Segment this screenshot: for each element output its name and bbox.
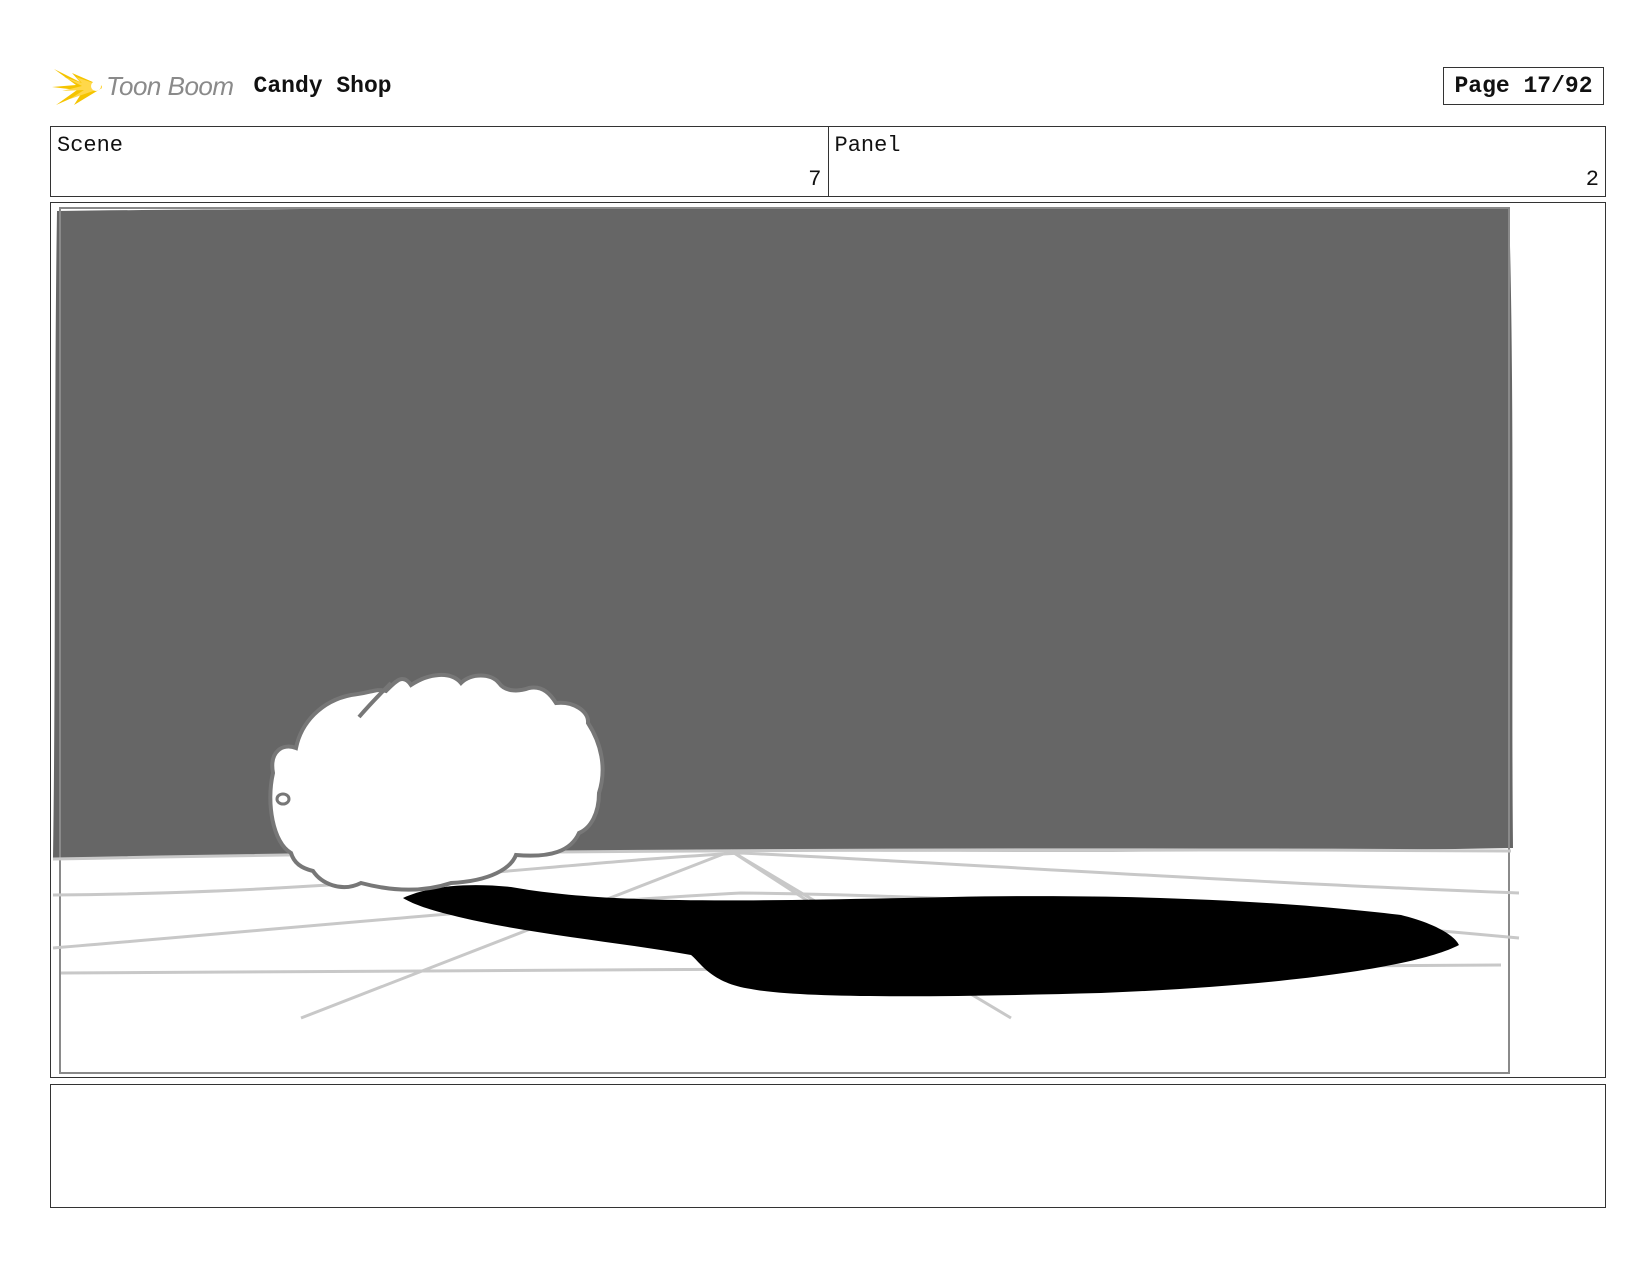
logo-text: Toon Boom bbox=[106, 70, 234, 101]
page-header: Toon Boom Candy Shop bbox=[52, 58, 392, 114]
bush-shape bbox=[268, 673, 605, 892]
panel-label: Panel bbox=[834, 133, 901, 158]
panel-cell: Panel 2 bbox=[827, 127, 1606, 196]
cast-shadow bbox=[403, 885, 1459, 997]
panel-notes bbox=[50, 1084, 1606, 1208]
scene-panel-info: Scene 7 Panel 2 bbox=[50, 126, 1606, 197]
scene-value: 7 bbox=[808, 167, 822, 192]
scene-cell: Scene 7 bbox=[51, 127, 828, 196]
scene-label: Scene bbox=[57, 133, 124, 158]
burst-logo-icon bbox=[52, 69, 102, 105]
panel-drawing bbox=[52, 207, 1520, 1074]
project-title: Candy Shop bbox=[253, 73, 392, 99]
storyboard-panel bbox=[50, 202, 1606, 1078]
page-number: Page 17/92 bbox=[1454, 73, 1593, 99]
panel-value: 2 bbox=[1585, 167, 1599, 192]
page-indicator: Page 17/92 bbox=[1443, 67, 1604, 105]
toon-boom-logo: Toon Boom bbox=[52, 61, 234, 111]
